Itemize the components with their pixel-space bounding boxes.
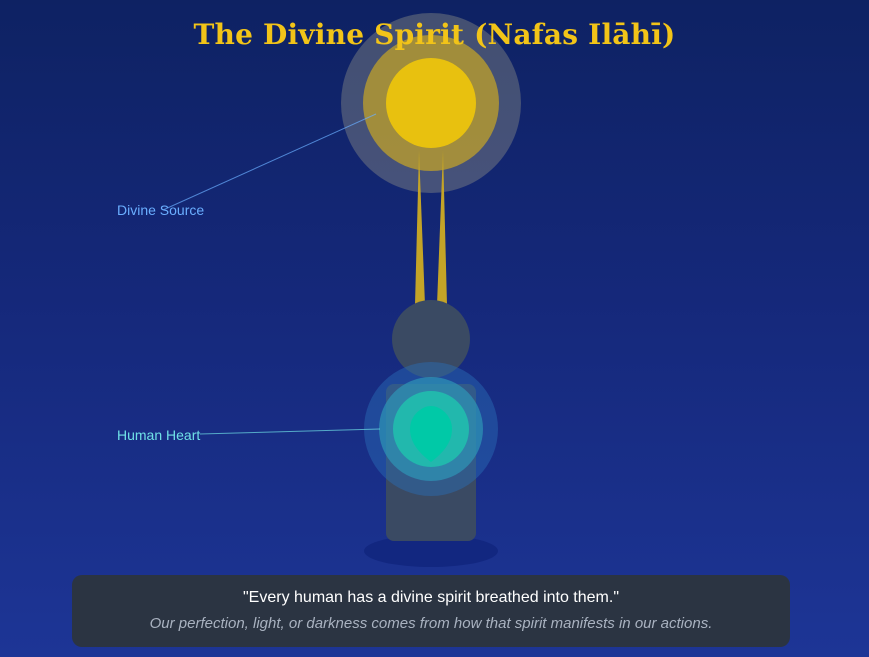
human-heart — [364, 362, 498, 496]
divine-spirit-diagram — [162, 13, 521, 567]
quote-box: "Every human has a divine spirit breathe… — [72, 575, 790, 647]
page-title: The Divine Spirit (Nafas Ilāhī) — [193, 18, 676, 51]
human-heart-label: Human Heart — [117, 427, 201, 443]
divine-source-connector — [162, 113, 377, 211]
divine-source-label: Divine Source — [117, 202, 205, 218]
quote-main-text: "Every human has a divine spirit breathe… — [243, 589, 619, 606]
quote-subtext: Our perfection, light, or darkness comes… — [149, 615, 713, 632]
sun-core — [386, 58, 476, 148]
human-heart-connector — [199, 428, 381, 435]
